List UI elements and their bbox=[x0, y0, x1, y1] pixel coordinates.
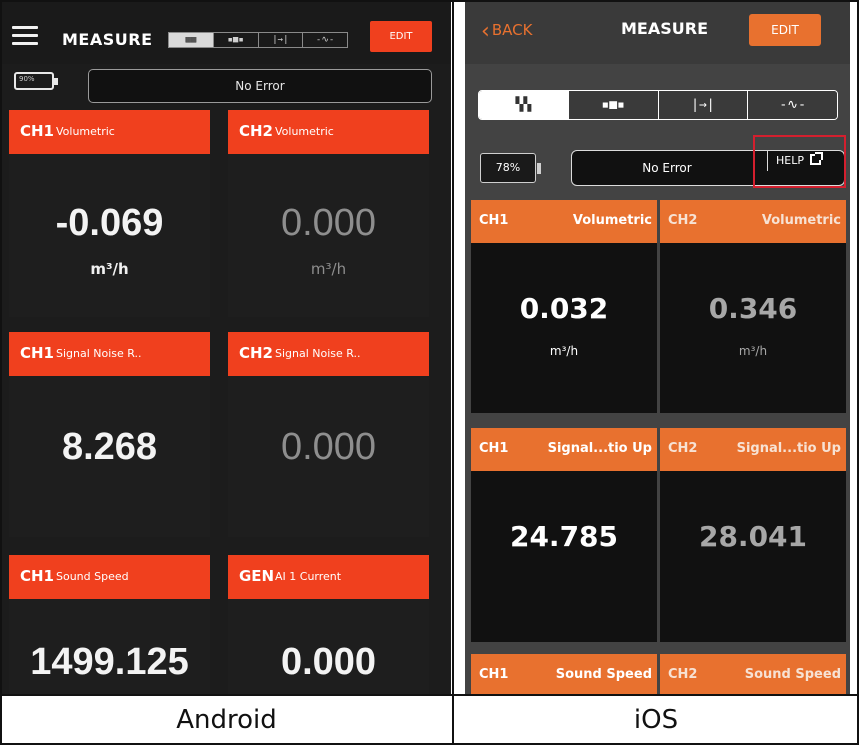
outer-frame bbox=[0, 0, 859, 745]
